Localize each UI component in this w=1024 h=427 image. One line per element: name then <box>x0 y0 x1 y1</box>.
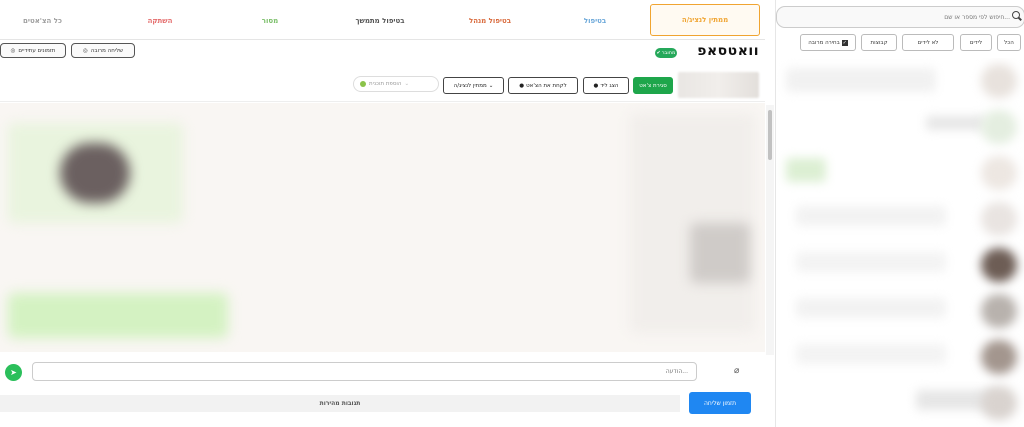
tab-label: ממתין לנציג/ה <box>681 16 729 24</box>
user-icon: ● <box>519 82 525 89</box>
tab-in-progress[interactable]: בטיפול <box>545 6 645 36</box>
status-select[interactable]: ממתין לנציג/ה ⌄ <box>443 77 504 94</box>
checkbox-icon[interactable]: ✓ <box>841 39 848 46</box>
filter-not-leads[interactable]: לא לידים <box>902 34 954 51</box>
chat-list-sidebar: הכל לידים לא לידים קבוצות בחירה מרובה ✓ <box>775 0 1024 427</box>
message-image <box>690 223 750 283</box>
search-input[interactable] <box>776 6 1024 28</box>
message-bubble <box>8 293 228 338</box>
filter-label: בחירה מרובה <box>808 39 840 46</box>
chevron-down-icon: ⌄ <box>488 82 494 89</box>
message-scrollbar[interactable] <box>766 105 774 355</box>
whatsapp-icon: ◎ <box>10 47 16 54</box>
tab-handed-over[interactable]: מסור <box>220 6 320 36</box>
button-label: לקחת את הצ'אט <box>526 82 567 89</box>
bottom-bar: תגובות מהירות תזמון שליחה <box>0 392 765 427</box>
filter-label: הכל <box>1004 39 1014 46</box>
tab-label: בטיפול מנהל <box>468 17 512 25</box>
badge-label: מחובר <box>661 50 676 56</box>
attachment-icon[interactable]: ⌀ <box>734 366 739 376</box>
button-label: סגירת צ'אט <box>639 82 667 89</box>
tab-ongoing[interactable]: בטיפול מתמשך <box>330 6 430 36</box>
send-button[interactable]: ➤ <box>5 364 22 381</box>
close-chat-button[interactable]: סגירת צ'אט <box>633 77 673 94</box>
tab-manager[interactable]: בטיפול מנהל <box>440 6 540 36</box>
logo: וואטסאפ <box>697 43 759 59</box>
tab-label: בטיפול מתמשך <box>355 17 405 25</box>
button-label: הצג ליד <box>600 82 619 89</box>
chat-list <box>776 58 1024 427</box>
button-label: שליחה מרובה <box>90 47 124 54</box>
list-item[interactable] <box>776 196 1024 242</box>
tab-waiting-agent[interactable]: ממתין לנציג/ה <box>650 4 760 36</box>
tag-dot-icon <box>360 81 366 87</box>
show-lead-button[interactable]: ● הצג ליד <box>583 77 629 94</box>
select-value: ממתין לנציג/ה <box>453 82 487 89</box>
tag-placeholder: הוספת תוכנית <box>369 81 402 87</box>
check-icon: ✔ <box>656 50 661 56</box>
tab-label: מסור <box>261 17 279 25</box>
connection-badge: ✔ מחובר <box>655 48 677 58</box>
search-icon[interactable] <box>1012 11 1020 19</box>
user-icon: ● <box>593 82 599 89</box>
message-area[interactable] <box>0 103 765 352</box>
list-item[interactable] <box>776 104 1024 150</box>
future-schedules-button[interactable]: ◎ תזמונים עתידיים <box>0 43 66 58</box>
schedule-send-button[interactable]: תזמון שליחה <box>689 392 751 414</box>
list-item[interactable] <box>776 334 1024 380</box>
filter-leads[interactable]: לידים <box>960 34 992 51</box>
button-label: תגובות מהירות <box>319 400 361 407</box>
filter-label: לידים <box>969 39 983 46</box>
filter-multi-select[interactable]: בחירה מרובה ✓ <box>800 34 856 51</box>
filter-groups[interactable]: קבוצות <box>861 34 897 51</box>
list-item[interactable] <box>776 242 1024 288</box>
list-item[interactable] <box>776 288 1024 334</box>
tab-label: בטיפול <box>583 17 607 25</box>
button-label: תזמונים עתידיים <box>18 47 56 54</box>
quick-replies-button[interactable]: תגובות מהירות <box>0 395 680 412</box>
tag-select[interactable]: הוספת תוכנית ⌄ <box>353 76 439 92</box>
list-item[interactable] <box>776 150 1024 196</box>
status-tabs: כל הצ'אטים השתקה מסור בטיפול מתמשך בטיפו… <box>0 0 765 40</box>
message-image <box>60 143 130 203</box>
scrollbar-thumb[interactable] <box>768 110 772 160</box>
tab-muted[interactable]: השתקה <box>110 6 210 36</box>
filter-all[interactable]: הכל <box>997 34 1021 51</box>
message-input[interactable] <box>32 362 697 381</box>
tab-label: השתקה <box>147 17 173 25</box>
list-item[interactable] <box>776 380 1024 426</box>
compose-bar: ➤ ⌀ <box>0 352 765 392</box>
filter-label: לא לידים <box>917 39 939 46</box>
chevron-down-icon: ⌄ <box>404 81 410 87</box>
list-item[interactable] <box>776 58 1024 104</box>
whatsapp-icon: ◎ <box>82 47 88 54</box>
take-chat-button[interactable]: ● לקחת את הצ'אט <box>508 77 578 94</box>
send-icon: ➤ <box>10 368 17 377</box>
button-label: תזמון שליחה <box>703 399 737 407</box>
header: וואטסאפ ◎ שליחה מרובה ◎ תזמונים עתידיים <box>0 40 765 70</box>
filter-label: קבוצות <box>870 39 888 46</box>
contact-avatar <box>678 72 759 98</box>
tab-label: כל הצ'אטים <box>23 17 62 25</box>
whatsapp-crm-screen: כל הצ'אטים השתקה מסור בטיפול מתמשך בטיפו… <box>0 0 1024 427</box>
bulk-send-button[interactable]: ◎ שליחה מרובה <box>71 43 135 58</box>
tab-all-chats[interactable]: כל הצ'אטים <box>0 6 85 36</box>
